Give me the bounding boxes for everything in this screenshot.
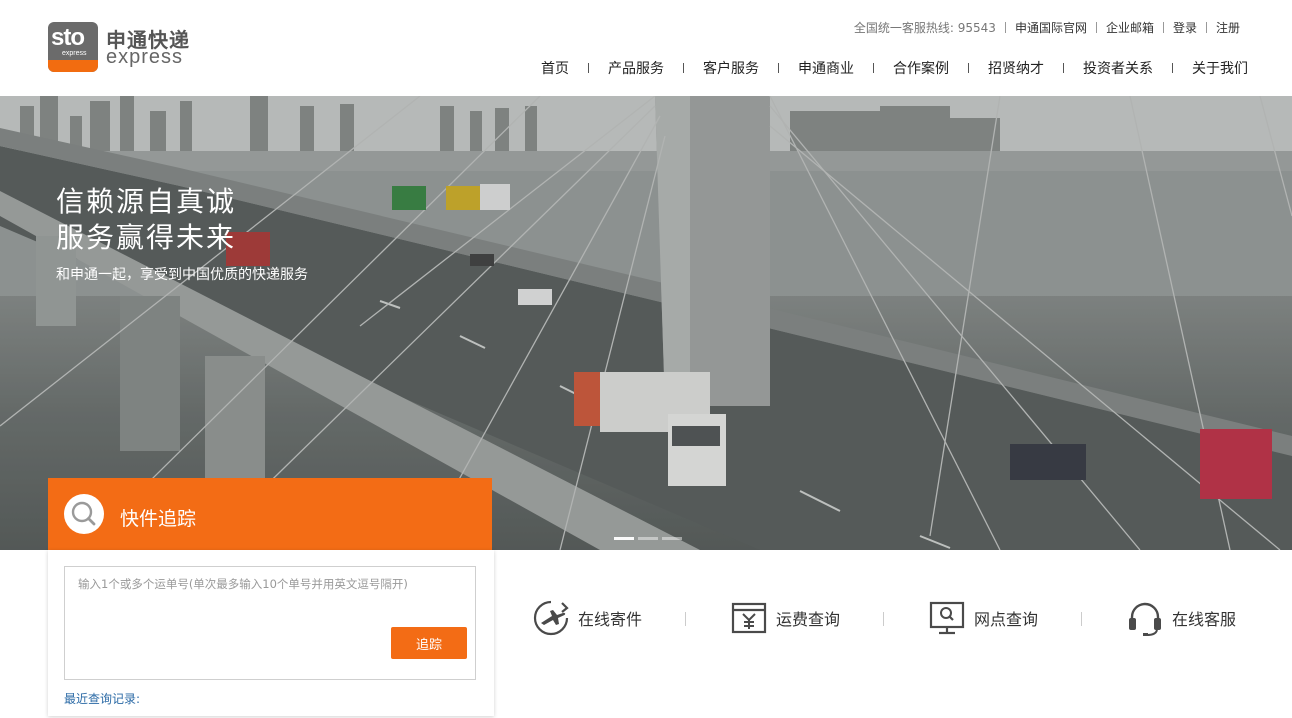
divider bbox=[1162, 22, 1164, 33]
logo-swoosh bbox=[48, 60, 98, 72]
divider bbox=[1095, 22, 1097, 33]
nav-item-products[interactable]: 产品服务 bbox=[608, 58, 664, 78]
tracking-title: 快件追踪 bbox=[120, 508, 197, 530]
site-header: sto express 申通快递 express 全国统一客服热线: 95543… bbox=[0, 0, 1292, 96]
logo-mark-sub: express bbox=[62, 50, 87, 57]
nav-item-cases[interactable]: 合作案例 bbox=[893, 58, 949, 78]
hotline-text: 全国统一客服热线: 95543 bbox=[853, 21, 996, 35]
link-register[interactable]: 注册 bbox=[1216, 19, 1240, 36]
quick-freight-query[interactable]: 运费查询 bbox=[730, 598, 840, 638]
nav-item-home[interactable]: 首页 bbox=[541, 58, 569, 78]
banner-slogan-line1: 信赖源自真诚 bbox=[56, 185, 237, 218]
recent-queries-link[interactable]: 最近查询记录: bbox=[64, 690, 140, 707]
search-icon bbox=[64, 494, 104, 534]
banner-subtitle: 和申通一起，享受到中国优质的快递服务 bbox=[56, 267, 308, 283]
monitor-search-icon bbox=[929, 601, 965, 635]
divider bbox=[1063, 63, 1064, 73]
track-button[interactable]: 追踪 bbox=[391, 627, 467, 659]
sto-logo-mark: sto express bbox=[48, 22, 98, 72]
quick-online-send-label: 在线寄件 bbox=[578, 610, 643, 629]
divider bbox=[1081, 612, 1082, 626]
divider bbox=[683, 63, 684, 73]
main-nav: 首页 产品服务 客户服务 申通商业 合作案例 招贤纳才 投资者关系 关于我们 bbox=[541, 58, 1248, 78]
divider bbox=[968, 63, 969, 73]
divider bbox=[1004, 22, 1006, 33]
divider bbox=[1205, 22, 1207, 33]
headset-icon bbox=[1129, 602, 1161, 636]
nav-item-careers[interactable]: 招贤纳才 bbox=[988, 58, 1044, 78]
carousel-indicators bbox=[614, 537, 682, 540]
nav-item-investors[interactable]: 投资者关系 bbox=[1083, 58, 1153, 78]
carousel-dot[interactable] bbox=[638, 537, 658, 540]
banner-slogan-line2: 服务赢得未来 bbox=[56, 221, 237, 254]
divider bbox=[685, 612, 686, 626]
quick-outlet-query-label: 网点查询 bbox=[974, 610, 1039, 629]
quick-outlet-query[interactable]: 网点查询 bbox=[928, 598, 1038, 638]
quick-online-support[interactable]: 在线客服 bbox=[1126, 598, 1236, 638]
carousel-dot[interactable] bbox=[614, 537, 634, 540]
link-enterprise-mail[interactable]: 企业邮箱 bbox=[1106, 19, 1154, 36]
nav-item-about[interactable]: 关于我们 bbox=[1192, 58, 1248, 78]
logo-name-en: express bbox=[106, 46, 184, 68]
tracking-number-input[interactable] bbox=[65, 567, 475, 679]
top-links: 全国统一客服热线: 95543 申通国际官网 企业邮箱 登录 注册 bbox=[854, 19, 1240, 36]
sto-logo[interactable]: sto express 申通快递 express bbox=[48, 22, 198, 74]
quick-online-send[interactable]: 在线寄件 bbox=[532, 598, 642, 638]
divider bbox=[873, 63, 874, 73]
logo-mark-text: sto bbox=[51, 24, 85, 51]
airplane-send-icon bbox=[533, 600, 569, 636]
tracking-panel: 追踪 最近查询记录: bbox=[48, 550, 494, 716]
nav-item-sto-business[interactable]: 申通商业 bbox=[798, 58, 854, 78]
carousel-dot[interactable] bbox=[662, 537, 682, 540]
link-international-site[interactable]: 申通国际官网 bbox=[1015, 19, 1087, 36]
quick-freight-query-label: 运费查询 bbox=[776, 610, 841, 629]
divider bbox=[588, 63, 589, 73]
link-login[interactable]: 登录 bbox=[1173, 19, 1197, 36]
tracking-header: 快件追踪 bbox=[48, 478, 492, 550]
quick-online-support-label: 在线客服 bbox=[1172, 610, 1237, 629]
divider bbox=[778, 63, 779, 73]
nav-item-customer-service[interactable]: 客户服务 bbox=[703, 58, 759, 78]
yuan-price-icon bbox=[731, 602, 767, 634]
tracking-input-box bbox=[64, 566, 476, 680]
divider bbox=[1172, 63, 1173, 73]
divider bbox=[883, 612, 884, 626]
